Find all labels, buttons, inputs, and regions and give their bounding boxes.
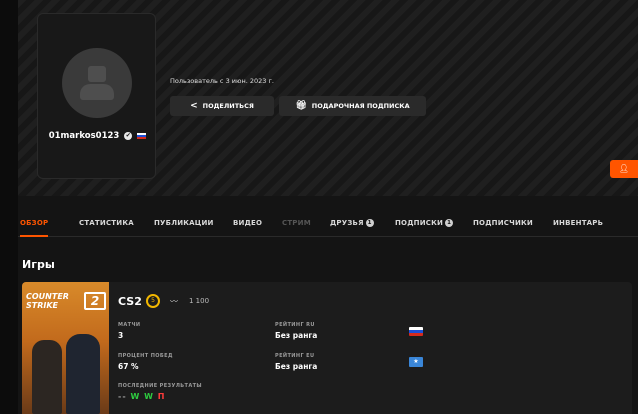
share-label: ПОДЕЛИТЬСЯ: [202, 102, 254, 110]
result-item: W: [130, 392, 141, 401]
result-item: П: [157, 392, 166, 401]
result-item: -: [122, 392, 127, 401]
tab-friends[interactable]: ДРУЗЬЯ 1: [330, 219, 374, 227]
friends-count-badge: 1: [365, 219, 374, 227]
tab-subscribers[interactable]: ПОДПИСЧИКИ: [473, 219, 533, 227]
elo-value: 1 100: [189, 297, 210, 305]
russia-flag-icon: [137, 132, 147, 139]
add-friend-button[interactable]: 👤︎: [610, 160, 638, 178]
matches-value: 3: [118, 331, 124, 340]
avatar[interactable]: [62, 48, 132, 118]
add-user-icon: 👤︎: [618, 164, 630, 173]
profile-tabs: ОБЗОР СТАТИСТИКА ПУБЛИКАЦИИ ВИДЕО СТРИМ …: [18, 212, 638, 237]
gift-icon: 🎁︎: [295, 101, 307, 111]
subscriptions-count-badge: 1: [445, 219, 454, 227]
tab-statistics[interactable]: СТАТИСТИКА: [79, 219, 134, 227]
europe-region-flag-icon: ★: [409, 357, 423, 367]
games-section-title: Игры: [22, 258, 55, 271]
tab-stream: СТРИМ: [282, 219, 311, 227]
username: 01markos0123: [48, 131, 120, 141]
winrate-label: ПРОЦЕНТ ПОБЕД: [118, 353, 173, 359]
russia-region-flag-icon: [409, 327, 423, 336]
left-rail: [0, 0, 18, 414]
gift-subscription-button[interactable]: 🎁︎ ПОДАРОЧНАЯ ПОДПИСКА: [279, 96, 426, 116]
rating-eu-value: Без ранга: [275, 362, 318, 371]
cover-logo: COUNTER STRIKE 2: [26, 292, 106, 310]
profile-card: 01markos0123 ✔: [37, 13, 156, 179]
game-card-cs2[interactable]: COUNTER STRIKE 2 CS2 5 〰 1 100 МАТЧИ 3 Р…: [22, 282, 632, 414]
rating-ru-label: РЕЙТИНГ RU: [275, 322, 315, 328]
tab-video[interactable]: ВИДЕО: [233, 219, 262, 227]
tab-publications[interactable]: ПУБЛИКАЦИИ: [154, 219, 214, 227]
result-item: W: [144, 392, 154, 401]
recent-results-label: ПОСЛЕДНИЕ РЕЗУЛЬТАТЫ: [118, 383, 202, 389]
game-cover: COUNTER STRIKE 2: [22, 282, 109, 414]
share-icon: <: [190, 101, 198, 111]
cover-character-1: [32, 340, 62, 414]
tab-overview[interactable]: ОБЗОР: [20, 219, 49, 237]
game-name: CS2: [118, 295, 142, 308]
verified-icon: ✔: [124, 131, 133, 140]
elo-icon: 〰: [170, 297, 178, 306]
tab-subscriptions[interactable]: ПОДПИСКИ 1: [395, 219, 454, 227]
share-button[interactable]: < ПОДЕЛИТЬСЯ: [170, 96, 274, 116]
winrate-value: 67 %: [118, 362, 139, 371]
matches-label: МАТЧИ: [118, 322, 141, 328]
gift-label: ПОДАРОЧНАЯ ПОДПИСКА: [311, 102, 410, 110]
rating-ru-value: Без ранга: [275, 331, 318, 340]
tab-inventory[interactable]: ИНВЕНТАРЬ: [553, 219, 603, 227]
premier-level-icon: 5: [146, 294, 160, 308]
profile-name-row: 01markos0123 ✔: [38, 131, 157, 141]
cover-character-2: [66, 334, 100, 414]
rating-eu-label: РЕЙТИНГ EU: [275, 353, 315, 359]
recent-results: -- W W П: [118, 392, 165, 401]
avatar-placeholder-icon: [88, 66, 106, 82]
member-since: Пользователь с 3 июн. 2023 г.: [170, 77, 274, 85]
